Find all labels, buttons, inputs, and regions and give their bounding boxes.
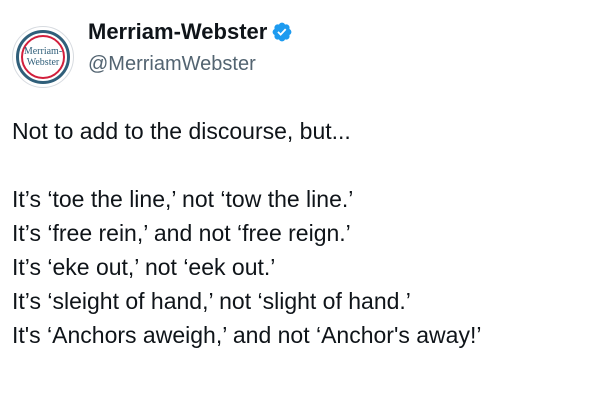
- tweet-line: It’s ‘eke out,’ not ‘eek out.’: [12, 254, 276, 280]
- handle[interactable]: @MerriamWebster: [88, 50, 293, 78]
- merriam-webster-logo-icon: Merriam- Webster: [16, 30, 70, 84]
- tweet-line: It’s ‘sleight of hand,’ not ‘slight of h…: [12, 288, 411, 314]
- name-row: Merriam-Webster: [88, 18, 293, 46]
- avatar[interactable]: Merriam- Webster: [12, 26, 74, 88]
- tweet-line: It’s ‘toe the line,’ not ‘tow the line.’: [12, 186, 354, 212]
- verified-badge-icon: [272, 22, 292, 42]
- tweet-line: It’s ‘free rein,’ and not ‘free reign.’: [12, 220, 351, 246]
- tweet-card: Merriam- Webster Merriam-Webster @Merria…: [0, 0, 616, 400]
- tweet-line: It's ‘Anchors aweigh,’ and not ‘Anchor's…: [12, 322, 482, 348]
- tweet-header: Merriam- Webster Merriam-Webster @Merria…: [12, 18, 293, 88]
- author-info: Merriam-Webster @MerriamWebster: [88, 18, 293, 78]
- paragraph-break: [12, 148, 604, 182]
- display-name[interactable]: Merriam-Webster: [88, 18, 267, 46]
- avatar-logo-text-2: Webster: [26, 57, 60, 68]
- avatar-logo-text-1: Merriam-: [23, 46, 63, 57]
- tweet-text: Not to add to the discourse, but... It’s…: [12, 114, 604, 352]
- tweet-intro: Not to add to the discourse, but...: [12, 118, 351, 144]
